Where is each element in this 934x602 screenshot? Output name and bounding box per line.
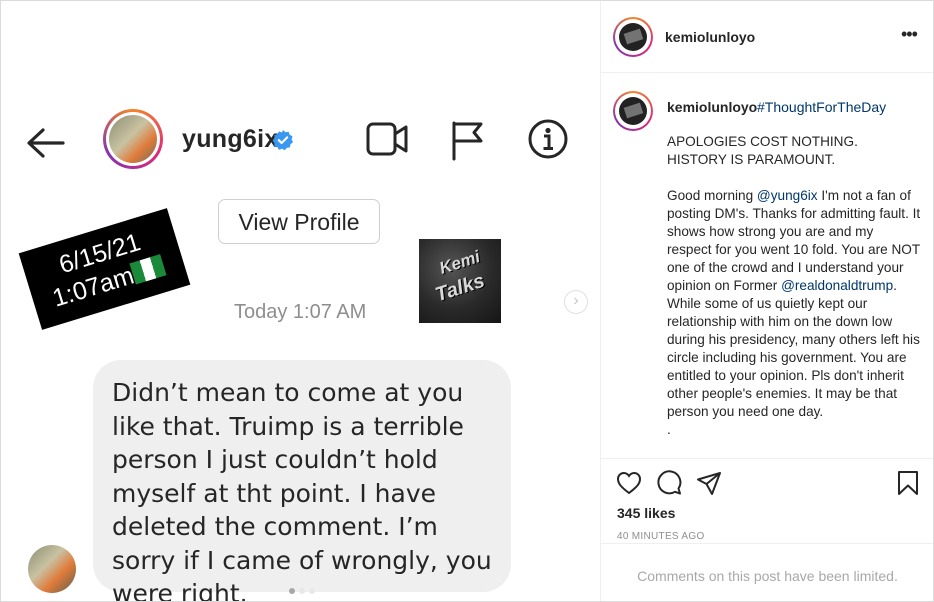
caption-username[interactable]: kemiolunloyo	[667, 99, 757, 115]
carousel-next-button[interactable]: ›	[564, 290, 588, 314]
caption-text: APOLOGIES COST NOTHING. HISTORY IS PARAM…	[667, 133, 921, 439]
author-avatar[interactable]	[613, 17, 653, 57]
carousel-dot	[299, 588, 305, 594]
date-stamp: 6/15/21 1:07am	[18, 208, 191, 330]
nigeria-flag-icon	[129, 254, 167, 285]
video-call-icon	[366, 122, 408, 156]
mention-link[interactable]: @realdonaldtrump	[781, 278, 893, 293]
carousel-dot	[289, 588, 295, 594]
kemi-talks-logo: Kemi Talks	[419, 239, 501, 323]
verified-badge-icon	[272, 130, 293, 151]
likes-count[interactable]: 345 likes	[617, 505, 675, 521]
share-icon[interactable]	[695, 469, 723, 497]
caption-title: APOLOGIES COST NOTHING. HISTORY IS PARAM…	[667, 134, 862, 167]
comment-icon[interactable]	[655, 469, 683, 497]
caption-part-1: Good morning	[667, 188, 757, 203]
heart-icon[interactable]	[615, 469, 643, 497]
post-time-ago: 40 MINUTES AGO	[617, 531, 705, 542]
post-caption: kemiolunloyo #ThoughtForTheDay APOLOGIES…	[601, 73, 933, 458]
message-bubble: Didn’t mean to come at you like that. Tr…	[93, 360, 511, 601]
caption-avatar[interactable]	[613, 91, 653, 131]
view-profile-button: View Profile	[218, 199, 380, 244]
caption-tail: .	[667, 422, 671, 437]
post-sidebar: kemiolunloyo ••• kemiolunloyo #ThoughtFo…	[600, 1, 933, 601]
more-options-icon[interactable]: •••	[901, 25, 921, 47]
post-header: kemiolunloyo •••	[601, 1, 933, 73]
carousel-dots	[287, 581, 317, 599]
post-actions: 345 likes 40 MINUTES AGO Comments on thi…	[601, 458, 933, 601]
dm-timestamp: Today 1:07 AM	[234, 301, 367, 323]
post-media: yung6ix View Profile 6/15/21 1:07am Kemi…	[1, 1, 600, 601]
post-modal: yung6ix View Profile 6/15/21 1:07am Kemi…	[0, 0, 934, 602]
caption-part-3: . While some of us quietly kept our rela…	[667, 278, 924, 419]
sender-avatar	[28, 545, 76, 593]
carousel-dot	[309, 588, 315, 594]
back-arrow-icon	[27, 128, 65, 158]
report-flag-icon	[452, 121, 483, 161]
hashtag-link[interactable]: #ThoughtForTheDay	[757, 99, 886, 115]
dm-username: yung6ix	[182, 125, 279, 153]
author-username[interactable]: kemiolunloyo	[665, 29, 755, 45]
logo-line-2: Talks	[432, 269, 488, 307]
comments-limited-notice: Comments on this post have been limited.	[601, 543, 933, 601]
info-icon	[528, 119, 568, 159]
bookmark-icon[interactable]	[894, 469, 922, 497]
mention-link[interactable]: @yung6ix	[757, 188, 818, 203]
dm-avatar	[103, 109, 163, 169]
